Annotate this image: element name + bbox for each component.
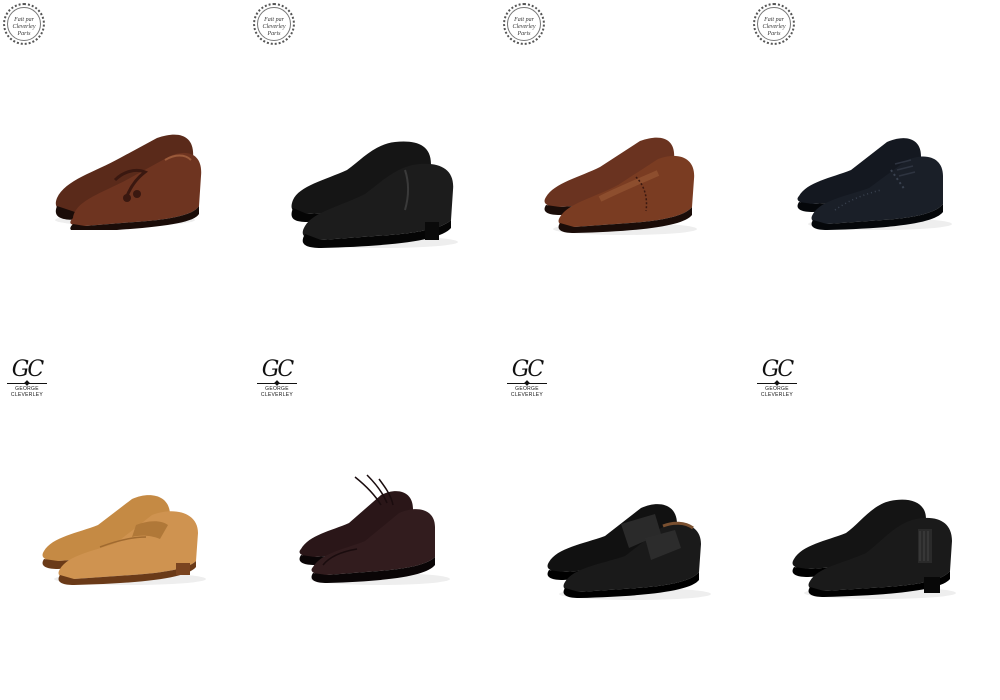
gc-wordmark: GEORGE CLEVERLEY [260, 386, 294, 398]
gc-wordmark: GEORGE CLEVERLEY [10, 386, 44, 398]
seal-text: Fait par Cleverley Paris [757, 7, 791, 41]
gc-wordmark: GEORGE CLEVERLEY [510, 386, 544, 398]
gc-monogram: GC [11, 357, 44, 382]
seal-text: Fait par Cleverley Paris [507, 7, 541, 41]
shoe-image [295, 465, 455, 585]
gc-monogram: GC [511, 357, 544, 382]
logo-divider [257, 383, 297, 384]
logo-divider [7, 383, 47, 384]
george-cleverley-logo: GC GEORGE CLEVERLEY [503, 358, 551, 398]
shoe-image [40, 485, 210, 585]
product-card[interactable]: GC GEORGE CLEVERLEY [0, 355, 250, 695]
cleverley-seal-logo: Fait par Cleverley Paris [503, 3, 545, 45]
cleverley-seal-logo: Fait par Cleverley Paris [753, 3, 795, 45]
product-card[interactable]: Fait par Cleverley Paris [0, 0, 250, 340]
george-cleverley-logo: GC GEORGE CLEVERLEY [753, 358, 801, 398]
product-card[interactable]: GC GEORGE CLEVERLEY [750, 355, 1000, 695]
gc-monogram: GC [761, 357, 794, 382]
shoe-image [545, 490, 715, 600]
shoe-image [45, 120, 205, 230]
cleverley-seal-logo: Fait par Cleverley Paris [253, 3, 295, 45]
gc-wordmark: GEORGE CLEVERLEY [760, 386, 794, 398]
product-card[interactable]: Fait par Cleverley Paris [250, 0, 500, 340]
product-grid: Fait par Cleverley Paris Fait par Clever… [0, 0, 1000, 700]
shoe-image [790, 485, 960, 600]
logo-divider [507, 383, 547, 384]
george-cleverley-logo: GC GEORGE CLEVERLEY [253, 358, 301, 398]
george-cleverley-logo: GC GEORGE CLEVERLEY [3, 358, 51, 398]
cleverley-seal-logo: Fait par Cleverley Paris [3, 3, 45, 45]
product-card[interactable]: Fait par Cleverley Paris [750, 0, 1000, 340]
gc-monogram: GC [261, 357, 294, 382]
seal-text: Fait par Cleverley Paris [7, 7, 41, 41]
seal-text: Fait par Cleverley Paris [257, 7, 291, 41]
shoe-image [795, 130, 955, 230]
product-card[interactable]: GC GEORGE CLEVERLEY [250, 355, 500, 695]
shoe-image [285, 130, 465, 250]
shoe-image [540, 125, 700, 235]
product-card[interactable]: Fait par Cleverley Paris [500, 0, 750, 340]
product-card[interactable]: GC GEORGE CLEVERLEY [500, 355, 750, 695]
logo-divider [757, 383, 797, 384]
